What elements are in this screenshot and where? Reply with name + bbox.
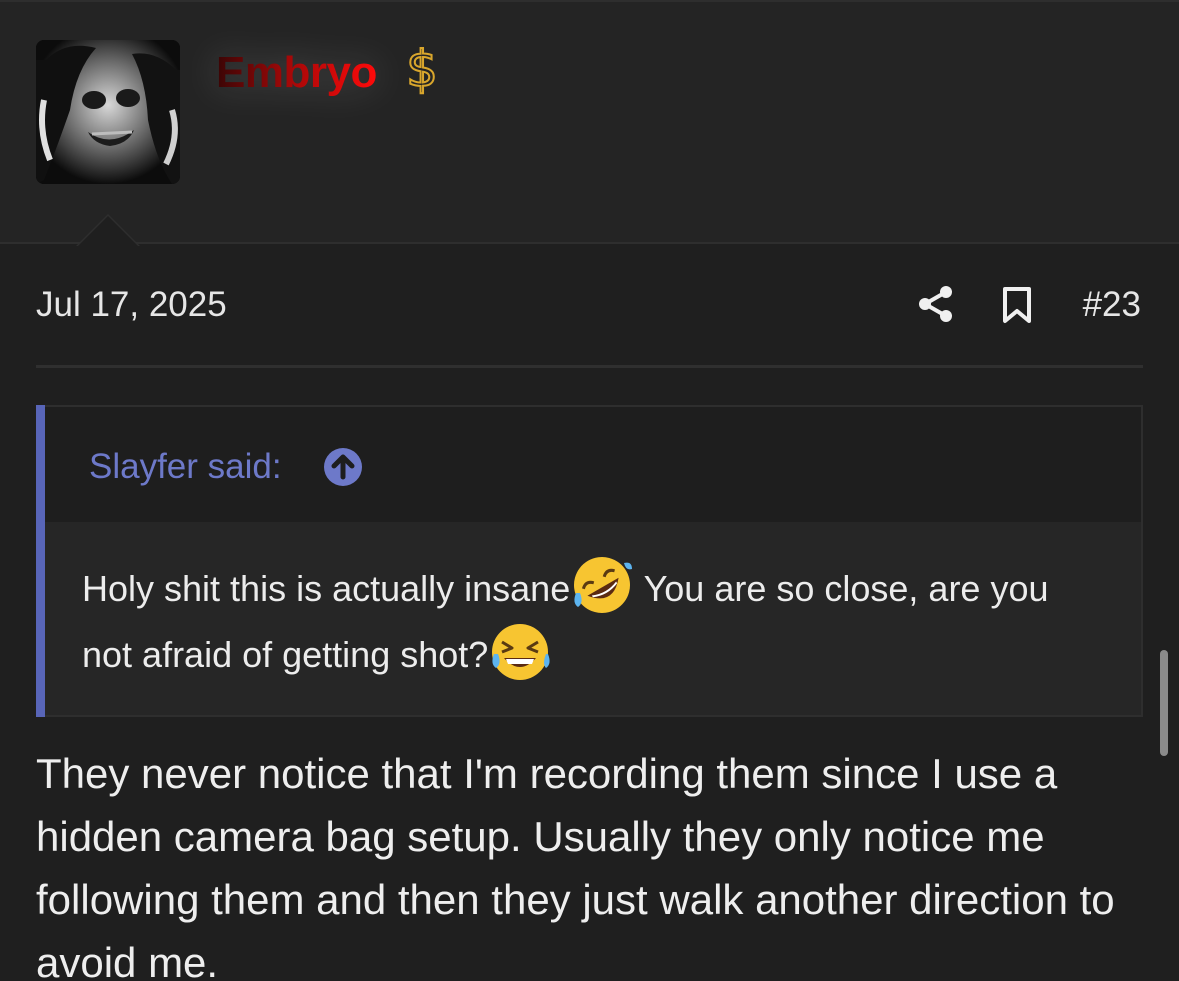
- header-pointer: [76, 214, 140, 246]
- dollar-icon: $: [405, 40, 439, 98]
- username[interactable]: Embryo: [216, 48, 377, 98]
- forum-post-page: Embryo $ Jul 17, 2025 #23 Slayfer said: …: [0, 0, 1179, 981]
- svg-text:$: $: [406, 40, 438, 98]
- scrollbar-thumb[interactable]: [1160, 650, 1168, 756]
- rolling-laughing-emoji-icon: [570, 553, 634, 617]
- quote-text: Holy shit this is actually insane You ar…: [82, 557, 1092, 690]
- up-arrow-icon[interactable]: [323, 447, 363, 487]
- avatar-image: [36, 40, 180, 184]
- quote-text-part: Holy shit this is actually insane: [82, 568, 571, 609]
- quote-block: Slayfer said: Holy shit this is actually…: [36, 405, 1143, 717]
- post-user-header: Embryo $: [0, 0, 1179, 246]
- grinning-sweat-emoji-icon: [488, 620, 552, 684]
- share-icon[interactable]: [916, 284, 956, 324]
- avatar[interactable]: [36, 40, 180, 184]
- quote-accent-bar: [36, 405, 45, 717]
- divider: [36, 365, 1143, 368]
- post-date[interactable]: Jul 17, 2025: [36, 285, 227, 325]
- quote-header: Slayfer said:: [45, 407, 1141, 522]
- post-number-link[interactable]: #23: [1083, 285, 1141, 325]
- bookmark-icon[interactable]: [1001, 286, 1033, 324]
- quote-author[interactable]: Slayfer said:: [89, 447, 282, 487]
- post-body-text: They never notice that I'm recording the…: [36, 750, 1115, 981]
